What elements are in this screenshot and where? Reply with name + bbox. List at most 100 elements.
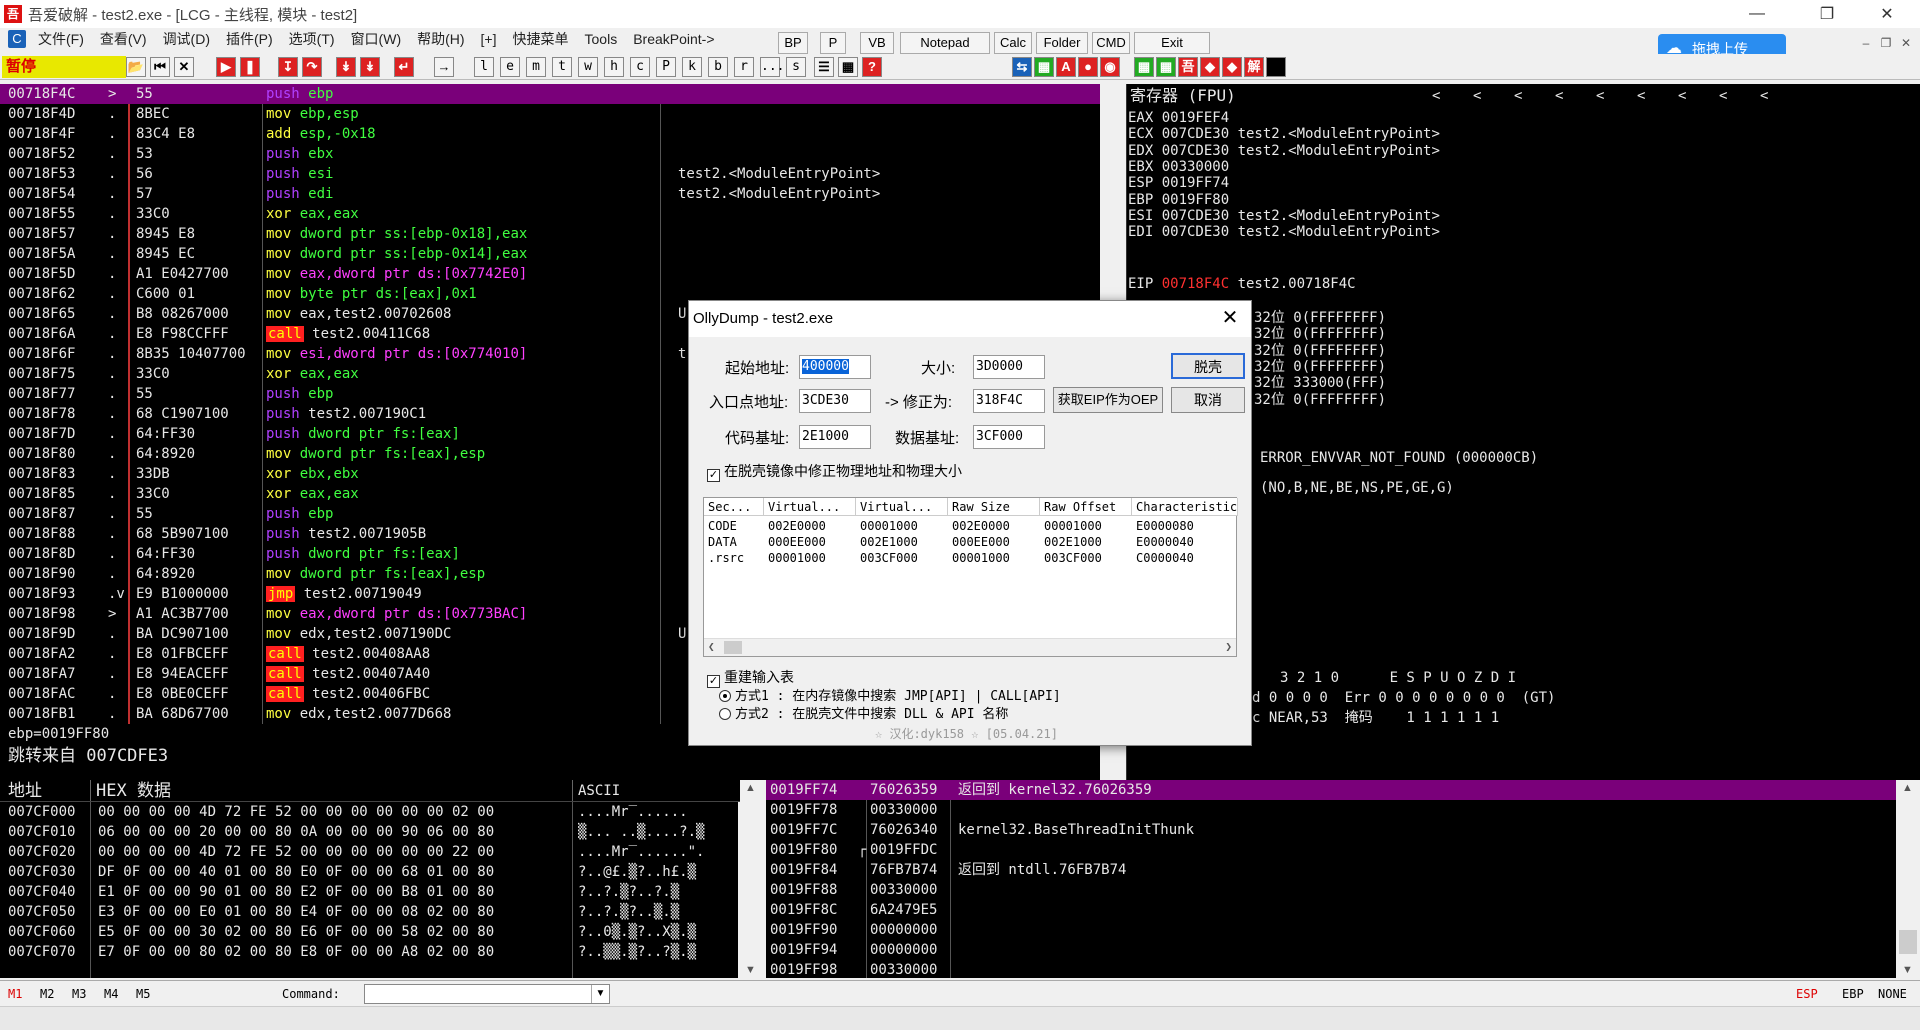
animate-over-icon[interactable]: ↡: [360, 57, 380, 77]
open-icon[interactable]: 📂: [126, 57, 146, 77]
section-cell[interactable]: E0000040: [1132, 534, 1194, 550]
section-cell[interactable]: 003CF000: [856, 550, 918, 566]
section-cell[interactable]: 000EE000: [764, 534, 826, 550]
status-right-item[interactable]: ESP: [1796, 987, 1818, 1001]
status-right-item[interactable]: NONE: [1878, 987, 1907, 1001]
plugin-icon-2[interactable]: ▦: [1034, 57, 1054, 77]
plugin-icon-3[interactable]: A: [1056, 57, 1076, 77]
window-shortcut-button[interactable]: l: [474, 57, 494, 77]
mdi-close-button[interactable]: ✕: [1896, 36, 1916, 52]
disasm-row[interactable]: 00718F4C >55 push ebp: [0, 84, 1100, 104]
window-shortcut-button[interactable]: k: [682, 57, 702, 77]
window-shortcut-button[interactable]: h: [604, 57, 624, 77]
mdi-restore-button[interactable]: ❐: [1876, 36, 1896, 52]
execute-till-return-icon[interactable]: ↵: [394, 57, 414, 77]
section-column-header[interactable]: Virtual...: [764, 498, 856, 516]
register-scroll-arrow[interactable]: <: [1555, 86, 1563, 106]
plugin-icon-8[interactable]: 吾: [1178, 57, 1198, 77]
scroll-left-icon[interactable]: ❮: [708, 640, 715, 653]
register-scroll-arrow[interactable]: <: [1596, 86, 1604, 106]
window-shortcut-button[interactable]: w: [578, 57, 598, 77]
plugin-icon-4[interactable]: ●: [1078, 57, 1098, 77]
cancel-button[interactable]: 取消: [1171, 387, 1245, 413]
animate-into-icon[interactable]: ↡: [336, 57, 356, 77]
window-shortcut-button[interactable]: c: [630, 57, 650, 77]
quick-button[interactable]: Folder: [1036, 32, 1088, 54]
method2-radio[interactable]: 方式2 : 在脱壳文件中搜索 DLL & API 名称: [719, 703, 1008, 722]
rewind-icon[interactable]: ⏮: [150, 57, 170, 77]
section-cell[interactable]: 00001000: [856, 518, 918, 534]
stack-row[interactable]: 0019FF98 00330000: [766, 960, 1896, 978]
stack-row[interactable]: 0019FF78 00330000: [766, 800, 1896, 820]
disasm-row[interactable]: 00718F53. 56 push esi test2.<ModuleEntryPoi…: [0, 164, 1100, 184]
plugin-icon-6[interactable]: ▦: [1134, 57, 1154, 77]
section-column-header[interactable]: Characteristic: [1132, 498, 1238, 516]
disasm-row[interactable]: 00718F5A. 8945 EC mov dword ptr ss:[ebp-0x…: [0, 244, 1100, 264]
stack-row[interactable]: 0019FF88 00330000: [766, 880, 1896, 900]
menu-item[interactable]: [+]: [473, 31, 505, 47]
section-cell[interactable]: .rsrc: [704, 550, 744, 566]
mdi-minimize-button[interactable]: –: [1856, 36, 1876, 52]
restore-button[interactable]: ❐: [1804, 0, 1850, 28]
grid-icon[interactable]: ▦: [838, 57, 858, 77]
dump-pane[interactable]: 007CF000 00 00 00 00 4D 72 FE 52 00 00 00…: [0, 802, 738, 978]
dump-button[interactable]: 脱壳: [1171, 353, 1245, 379]
stack-row[interactable]: 0019FF90 00000000: [766, 920, 1896, 940]
plugin-icon-1[interactable]: ⇆: [1012, 57, 1032, 77]
mark-button[interactable]: M5: [136, 987, 150, 1001]
command-input[interactable]: ▼: [364, 984, 610, 1004]
register-scroll-arrow[interactable]: <: [1432, 86, 1440, 106]
menu-item[interactable]: BreakPoint->: [625, 31, 722, 47]
fix-raw-checkbox[interactable]: ✓ 在脱壳镜像中修正物理地址和物理大小: [707, 461, 962, 482]
window-shortcut-button[interactable]: r: [734, 57, 754, 77]
quick-button[interactable]: Exit: [1134, 32, 1210, 54]
section-cell[interactable]: CODE: [704, 518, 737, 534]
plugin-icon-7[interactable]: ▦: [1156, 57, 1176, 77]
goto-icon[interactable]: →: [434, 57, 454, 77]
menu-item[interactable]: 插件(P): [218, 29, 281, 49]
plugin-icon-5[interactable]: ◉: [1100, 57, 1120, 77]
status-right-item[interactable]: EBP: [1842, 987, 1864, 1001]
get-eip-button[interactable]: 获取EIP作为OEP: [1053, 387, 1163, 413]
step-over-icon[interactable]: ↷: [302, 57, 322, 77]
pause-icon[interactable]: ❚: [240, 57, 260, 77]
menu-item[interactable]: 选项(T): [281, 29, 343, 49]
disasm-row[interactable]: 00718F54. 57 push edi test2.<ModuleEntryPoi…: [0, 184, 1100, 204]
section-column-header[interactable]: Raw Offset: [1040, 498, 1132, 516]
section-cell[interactable]: 002E0000: [948, 518, 1010, 534]
section-cell[interactable]: E0000080: [1132, 518, 1194, 534]
mark-button[interactable]: M2: [40, 987, 54, 1001]
run-icon[interactable]: ▶: [216, 57, 236, 77]
stack-row[interactable]: 0019FF84 76FB7B74 返回到 ntdll.76FB7B74: [766, 860, 1896, 880]
chevron-down-icon[interactable]: ▼: [591, 985, 609, 1003]
list-icon[interactable]: ☰: [814, 57, 834, 77]
menu-item[interactable]: Tools: [577, 31, 626, 47]
stack-row[interactable]: 0019FF7C 76026340 kernel32.BaseThreadInitT…: [766, 820, 1896, 840]
register-row-eip[interactable]: EIP 00718F4C test2.00718F4C: [1128, 274, 1356, 294]
register-scroll-arrow[interactable]: <: [1719, 86, 1727, 106]
quick-button[interactable]: VB: [860, 32, 894, 54]
disasm-row[interactable]: 00718F5D. A1 E0427700 mov eax,dword ptr ds…: [0, 264, 1100, 284]
plugin-icon-12[interactable]: [1266, 57, 1286, 77]
quick-button[interactable]: Calc: [994, 32, 1032, 54]
window-shortcut-button[interactable]: m: [526, 57, 546, 77]
dialog-close-icon[interactable]: ✕: [1219, 307, 1241, 329]
quick-button[interactable]: BP: [778, 32, 808, 54]
method1-radio[interactable]: 方式1 : 在内存镜像中搜索 JMP[API] | CALL[API]: [719, 685, 1061, 704]
disasm-row[interactable]: 00718F57. 8945 E8 mov dword ptr ss:[ebp-0x…: [0, 224, 1100, 244]
menu-item[interactable]: 帮助(H): [409, 29, 472, 49]
plugin-icon-10[interactable]: ◆: [1222, 57, 1242, 77]
stack-row[interactable]: 0019FF80 ┌ 0019FFDC: [766, 840, 1896, 860]
quick-button[interactable]: CMD: [1092, 32, 1130, 54]
close-button[interactable]: ✕: [1864, 0, 1910, 28]
disasm-row[interactable]: 00718F4F. 83C4 E8 add esp,-0x18: [0, 124, 1100, 144]
mark-button[interactable]: M1: [8, 987, 22, 1001]
menu-item[interactable]: 调试(D): [155, 29, 218, 49]
window-shortcut-button[interactable]: t: [552, 57, 572, 77]
section-column-header[interactable]: Virtual...: [856, 498, 948, 516]
section-column-header[interactable]: Raw Size: [948, 498, 1040, 516]
minimize-button[interactable]: —: [1734, 0, 1780, 28]
stack-row[interactable]: 0019FF74 76026359 返回到 kernel32.76026359: [766, 780, 1896, 800]
window-shortcut-button[interactable]: P: [656, 57, 676, 77]
fixed-oep-field[interactable]: 318F4C: [973, 389, 1045, 413]
